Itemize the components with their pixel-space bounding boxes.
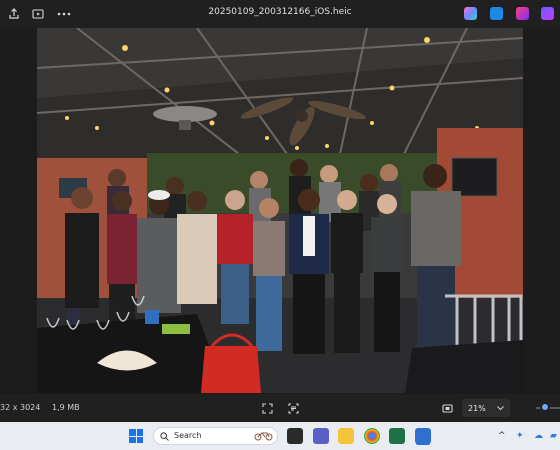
zoom-value: 21% <box>468 403 486 413</box>
scan-text-icon[interactable] <box>287 402 299 414</box>
fit-to-window-icon[interactable] <box>441 402 453 414</box>
photo-illustration <box>37 28 523 393</box>
search-placeholder: Search <box>174 431 202 440</box>
clipchamp-icon[interactable] <box>516 7 529 20</box>
image-dimensions: 32 x 3024 <box>0 403 41 412</box>
onedrive-icon[interactable]: ☁ <box>534 431 543 441</box>
edit-app-icon[interactable] <box>490 7 503 20</box>
zoom-slider-knob[interactable] <box>540 402 550 412</box>
file-size: 1,9 MB <box>52 403 80 412</box>
bicycle-icon <box>254 432 273 441</box>
title-bar: 20250109_200312166_iOS.heic <box>0 0 560 28</box>
designer-icon[interactable] <box>541 7 554 20</box>
status-bar: 32 x 3024 1,9 MB 21% <box>0 394 560 422</box>
chevron-up-icon[interactable]: ^ <box>498 431 506 441</box>
tray-extra-icon[interactable]: ▰ <box>550 431 557 441</box>
file-explorer-icon[interactable] <box>338 428 354 444</box>
photos-app-icon[interactable] <box>415 428 431 444</box>
fullscreen-icon[interactable] <box>261 402 273 414</box>
task-view-icon[interactable] <box>287 428 303 444</box>
search-icon <box>160 432 169 441</box>
image-viewer <box>0 28 560 394</box>
tray-app-icon[interactable]: ✦ <box>516 431 524 441</box>
zoom-dropdown[interactable]: 21% <box>462 399 510 417</box>
teams-icon[interactable] <box>313 428 329 444</box>
taskbar: Search ^ ✦ ☁ ▰ <box>0 422 560 450</box>
excel-icon[interactable] <box>389 428 405 444</box>
chrome-icon[interactable] <box>364 428 380 444</box>
windows-start-icon[interactable] <box>129 429 143 443</box>
copilot-icon[interactable] <box>464 7 477 20</box>
chevron-down-icon <box>497 405 504 410</box>
taskbar-search[interactable]: Search <box>153 427 278 445</box>
group-photo <box>37 28 523 393</box>
